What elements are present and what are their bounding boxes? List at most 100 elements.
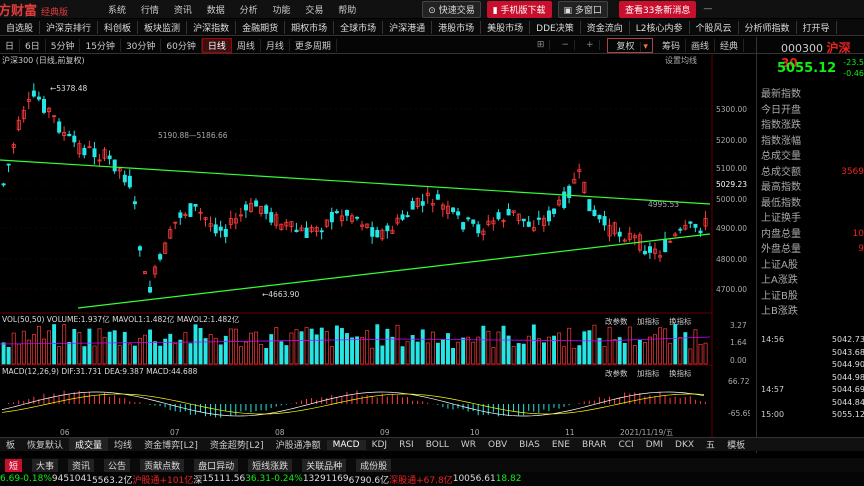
- nav-item-13[interactable]: L2核心内参: [630, 20, 690, 34]
- market-ticker: 6.69 -0.18% 945 1041 5563.2亿 沪股通 +101亿深 15111.5…: [0, 472, 864, 486]
- period-60min[interactable]: 60分钟: [161, 38, 202, 52]
- nav-item-14[interactable]: 个股风云: [690, 20, 739, 34]
- indicator-tab-10[interactable]: BOLL: [420, 440, 455, 450]
- vol-panel-btn-2[interactable]: 换指标: [669, 316, 692, 326]
- ma-settings-button[interactable]: 设置均线: [665, 55, 697, 65]
- candle: [602, 216, 607, 226]
- indicator-tab-12[interactable]: OBV: [482, 440, 513, 450]
- indicator-tab-8[interactable]: KDJ: [366, 440, 394, 450]
- nav-item-1[interactable]: 沪深京排行: [40, 20, 99, 34]
- nav-item-16[interactable]: 打开导: [797, 20, 837, 34]
- indicator-tab-3[interactable]: 均线: [108, 438, 138, 451]
- chip-button[interactable]: 筹码: [657, 38, 686, 52]
- macd-panel-btn-1[interactable]: 加指标: [637, 368, 660, 378]
- candle: [36, 96, 41, 100]
- info-tab-4[interactable]: 贡献点数: [140, 458, 185, 472]
- vol-tick: 3.27: [730, 321, 747, 330]
- info-tab-8[interactable]: 成份股: [356, 458, 392, 472]
- mobile-download-button[interactable]: ▮ 手机版下载: [486, 0, 552, 18]
- period-daily-line[interactable]: 日线: [201, 37, 232, 53]
- info-tab-2[interactable]: 资讯: [68, 458, 95, 472]
- period-15min[interactable]: 15分钟: [80, 38, 121, 52]
- nav-item-3[interactable]: 板块监测: [138, 20, 188, 34]
- nav-item-5[interactable]: 金融期货: [236, 20, 286, 34]
- indicator-tab-13[interactable]: BIAS: [513, 440, 546, 450]
- indicator-tab-19[interactable]: 五: [700, 438, 721, 451]
- nav-item-9[interactable]: 港股市场: [432, 20, 482, 34]
- multi-window-button[interactable]: ▣ 多窗口: [557, 0, 608, 18]
- menu-quotes[interactable]: 行情: [141, 6, 159, 16]
- candle: [648, 246, 653, 253]
- period-6day[interactable]: 6日: [20, 38, 46, 52]
- side-value-4: [841, 149, 864, 165]
- period-30min[interactable]: 30分钟: [121, 38, 162, 52]
- indicator-tab-15[interactable]: BRAR: [576, 440, 612, 450]
- macd-panel-btn-2[interactable]: 换指标: [669, 368, 692, 378]
- minimize-icon[interactable]: —: [703, 4, 712, 14]
- info-tab-6[interactable]: 短线涨跌: [248, 458, 293, 472]
- nav-item-4[interactable]: 沪深指数: [187, 20, 237, 34]
- nav-item-12[interactable]: 资金流向: [581, 20, 630, 34]
- volume-bar: [138, 337, 142, 365]
- indicator-tab-9[interactable]: RSI: [393, 440, 420, 450]
- kline-chart[interactable]: 沪深300 (日线,前复权) 设置均线 5300.00 5200.00 5100.0…: [0, 54, 750, 438]
- vol-panel-btn-0[interactable]: 改参数: [605, 316, 628, 326]
- plus-icon[interactable]: +: [581, 40, 600, 50]
- vol-panel-btn-1[interactable]: 加指标: [637, 316, 660, 326]
- info-tab-3[interactable]: 公告: [104, 458, 131, 472]
- nav-item-7[interactable]: 全球市场: [334, 20, 384, 34]
- news-button[interactable]: 查看33条新消息: [618, 0, 697, 18]
- indicator-tab-1[interactable]: 恢复默认: [21, 438, 69, 451]
- period-weekly[interactable]: 周线: [232, 38, 261, 52]
- candle: [31, 90, 36, 97]
- candle: [243, 204, 248, 211]
- classic-button[interactable]: 经典: [715, 38, 744, 52]
- indicator-tab-4[interactable]: 资金博弈[L2]: [138, 438, 204, 451]
- info-tab-1[interactable]: 大事: [32, 458, 59, 472]
- nav-item-15[interactable]: 分析师指数: [739, 20, 797, 34]
- period-monthly[interactable]: 月线: [261, 38, 290, 52]
- menu-function[interactable]: 功能: [272, 6, 290, 16]
- indicator-tab-16[interactable]: CCI: [612, 440, 639, 450]
- grid-icon[interactable]: ⊞: [532, 40, 551, 50]
- nav-item-11[interactable]: DDE决策: [530, 20, 581, 34]
- volume-bar: [582, 331, 587, 365]
- nav-item-8[interactable]: 沪深港通: [383, 20, 433, 34]
- x-label: 2021/11/19/五: [620, 428, 674, 437]
- draw-line-button[interactable]: 画线: [686, 38, 715, 52]
- macd-panel-btn-0[interactable]: 改参数: [605, 368, 628, 378]
- indicator-tab-0[interactable]: 板: [0, 438, 21, 451]
- indicator-tab-6[interactable]: 沪股通净额: [270, 438, 327, 451]
- info-tab-5[interactable]: 盘口异动: [194, 458, 239, 472]
- period-more[interactable]: 更多周期: [290, 38, 337, 52]
- minus-icon[interactable]: −: [556, 40, 575, 50]
- indicator-tab-2[interactable]: 成交量: [69, 438, 109, 451]
- volume-bar: [107, 331, 112, 365]
- menu-data[interactable]: 数据: [207, 6, 225, 16]
- nav-item-10[interactable]: 美股市场: [481, 20, 531, 34]
- menu-help[interactable]: 帮助: [338, 6, 356, 16]
- indicator-tab-11[interactable]: WR: [455, 440, 482, 450]
- indicator-tab-18[interactable]: DKX: [669, 440, 700, 450]
- quick-trade-button[interactable]: ⊙ 快速交易: [422, 0, 481, 18]
- indicator-tab-14[interactable]: ENE: [546, 440, 576, 450]
- menu-analysis[interactable]: 分析: [240, 6, 258, 16]
- nav-item-2[interactable]: 科创板: [98, 20, 139, 34]
- menu-trade[interactable]: 交易: [305, 6, 323, 16]
- price-tick: 5000.00: [716, 195, 747, 204]
- info-tab-7[interactable]: 关联品种: [302, 458, 347, 472]
- volume-bar: [425, 342, 430, 365]
- nav-item-6[interactable]: 期权市场: [285, 20, 335, 34]
- menu-news[interactable]: 资讯: [174, 6, 192, 16]
- nav-item-0[interactable]: 自选股: [0, 20, 41, 34]
- x-label: 06: [60, 428, 70, 437]
- period-5min[interactable]: 5分钟: [46, 38, 81, 52]
- fuquan-dropdown[interactable]: 复权 ▾: [606, 37, 653, 53]
- period-day[interactable]: 日: [0, 38, 21, 52]
- indicator-tab-20[interactable]: 模板: [721, 438, 751, 451]
- info-tab-0[interactable]: 短: [5, 458, 23, 472]
- menu-system[interactable]: 系统: [108, 6, 126, 16]
- indicator-tab-5[interactable]: 资金超势[L2]: [204, 438, 270, 451]
- indicator-tab-7[interactable]: MACD: [326, 439, 366, 450]
- indicator-tab-17[interactable]: DMI: [640, 440, 669, 450]
